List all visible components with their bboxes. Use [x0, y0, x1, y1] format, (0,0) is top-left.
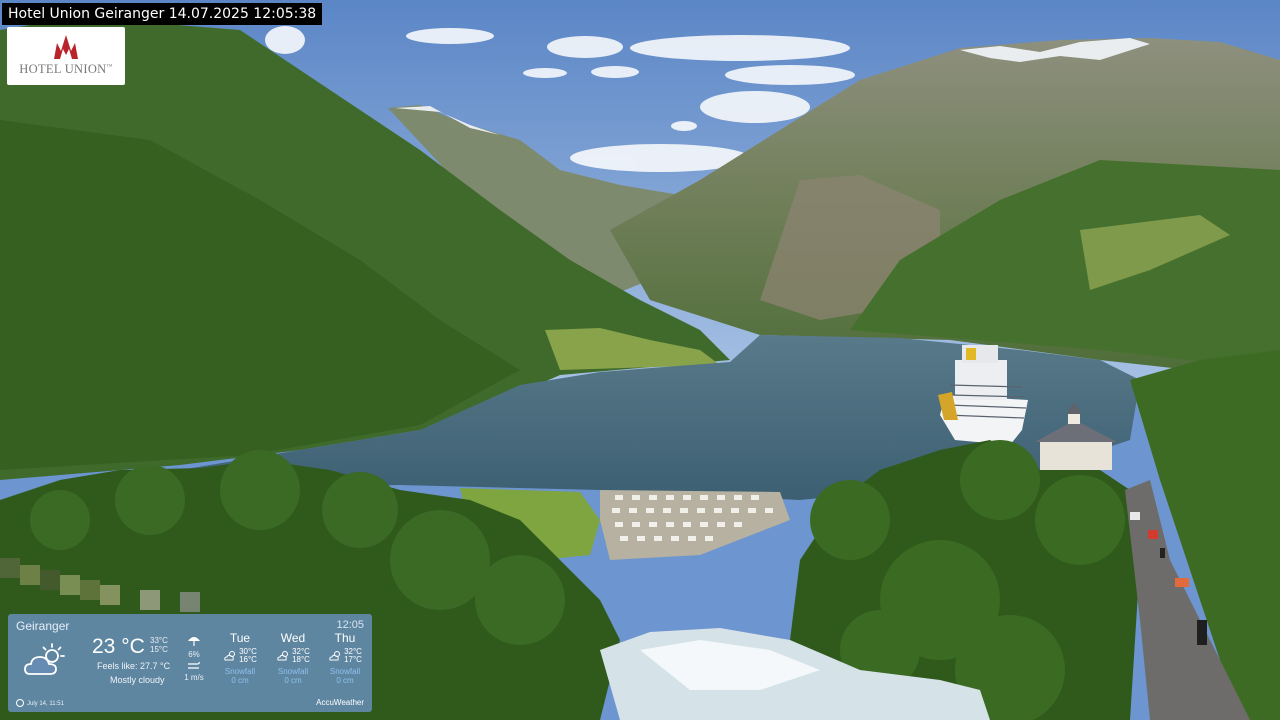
current-low: 15°C — [150, 645, 168, 654]
wind-icon — [188, 661, 200, 669]
hotel-union-logo: HOTEL UNION™ — [7, 27, 125, 85]
campsite — [600, 490, 790, 560]
forecast-snowfall-label: Snowfall — [224, 667, 256, 676]
logo-brand-text: HOTEL UNION — [19, 62, 107, 76]
current-high: 33°C — [150, 636, 168, 645]
forecast-low: 17°C — [344, 655, 362, 664]
camera-title-bar: Hotel Union Geiranger 14.07.2025 12:05:3… — [2, 3, 323, 25]
forecast-day-wed: Wed 32°C 18°C Snowfall 0 cm — [267, 631, 319, 685]
current-condition: Mostly cloudy — [110, 675, 165, 685]
webcam-scene — [0, 0, 1280, 720]
accuweather-brand: AccuWeather — [316, 698, 364, 707]
forecast-day-tue: Tue 30°C 16°C Snowfall 0 cm — [214, 631, 266, 685]
sun-cloud-icon — [277, 651, 289, 661]
precipitation-info: 6% 1 m/s — [180, 634, 208, 682]
forecast-snowfall: 0 cm — [231, 676, 249, 685]
sun-cloud-icon — [329, 651, 341, 661]
weather-updated: July 14, 11:51 — [27, 701, 64, 707]
flame-logo-icon — [54, 35, 78, 59]
current-temperature: 23 °C — [92, 635, 145, 658]
forecast-snowfall-label: Snowfall — [277, 667, 309, 676]
weather-time: 12:05 — [336, 619, 364, 631]
forecast-snowfall: 0 cm — [336, 676, 354, 685]
weather-widget: Geiranger 12:05 23 °C 33°C 15°C 6% 1 m/s… — [8, 614, 372, 712]
partly-cloudy-icon — [24, 643, 65, 675]
forecast-day-thu: Thu 32°C 17°C Snowfall 0 cm — [319, 631, 371, 685]
forecast-day-name: Thu — [334, 631, 356, 645]
forecast-snowfall-label: Snowfall — [329, 667, 361, 676]
feels-like: Feels like: 27.7 °C — [97, 661, 171, 671]
precip-chance: 6% — [188, 650, 200, 659]
umbrella-icon — [188, 637, 200, 646]
forecast-day-name: Tue — [229, 631, 251, 645]
current-high-low: 33°C 15°C — [150, 636, 168, 654]
sun-cloud-icon — [224, 651, 236, 661]
logo-trademark: ™ — [106, 63, 113, 70]
weather-location: Geiranger — [16, 619, 70, 633]
forecast-low: 16°C — [239, 655, 257, 664]
refresh-icon — [16, 699, 24, 707]
forecast-snowfall: 0 cm — [284, 676, 302, 685]
forecast-low: 18°C — [292, 655, 310, 664]
forecast-day-name: Wed — [280, 631, 306, 645]
wind-speed: 1 m/s — [184, 673, 204, 682]
